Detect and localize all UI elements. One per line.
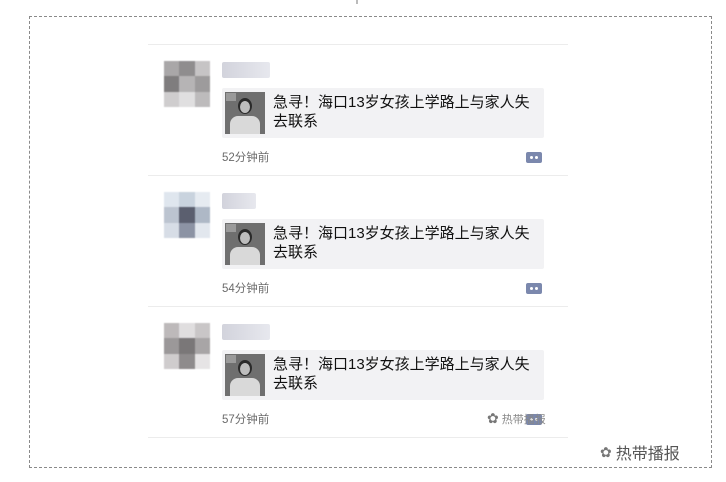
- avatar-pixel: [164, 192, 180, 208]
- wechat-icon: ✿: [487, 410, 499, 426]
- news-card[interactable]: 急寻！海口13岁女孩上学路上与家人失去联系: [222, 219, 544, 269]
- avatar-pixel: [194, 76, 210, 92]
- thumbnail-face: [240, 232, 250, 244]
- news-title: 急寻！海口13岁女孩上学路上与家人失去联系: [273, 94, 530, 130]
- thumbnail-body: [230, 247, 260, 265]
- divider: [148, 437, 568, 438]
- avatar-pixel: [194, 338, 210, 354]
- username-redacted: [222, 62, 270, 78]
- news-thumbnail: [225, 354, 265, 396]
- thumbnail-body: [230, 116, 260, 134]
- avatar-pixel: [164, 61, 180, 77]
- avatar-pixel: [179, 323, 195, 339]
- timestamp: 52分钟前: [222, 152, 270, 164]
- news-feed: 急寻！海口13岁女孩上学路上与家人失去联系 52分钟前 急寻！海口13岁女孩上学…: [148, 44, 568, 438]
- avatar-pixel: [164, 353, 180, 369]
- avatar[interactable]: [164, 192, 210, 238]
- news-title: 急寻！海口13岁女孩上学路上与家人失去联系: [273, 356, 530, 392]
- username-redacted: [222, 324, 270, 340]
- avatar-pixel: [164, 338, 180, 354]
- news-thumbnail: [225, 92, 265, 134]
- avatar-pixel: [179, 61, 195, 77]
- avatar-pixel: [164, 91, 180, 107]
- avatar-pixel: [179, 338, 195, 354]
- comment-icon[interactable]: [526, 283, 542, 294]
- avatar-pixel: [194, 91, 210, 107]
- avatar-pixel: [179, 76, 195, 92]
- avatar-pixel: [194, 61, 210, 77]
- thumbnail-stamp: [226, 355, 236, 363]
- avatar-pixel: [164, 207, 180, 223]
- thumbnail-stamp: [226, 224, 236, 232]
- avatar-pixel: [194, 222, 210, 238]
- watermark-small-text: 热带播报: [501, 413, 546, 426]
- avatar-pixel: [194, 192, 210, 208]
- avatar-pixel: [179, 222, 195, 238]
- avatar-pixel: [164, 76, 180, 92]
- username-redacted: [222, 193, 256, 209]
- avatar[interactable]: [164, 61, 210, 107]
- avatar-pixel: [179, 192, 195, 208]
- news-thumbnail: [225, 223, 265, 265]
- comment-icon[interactable]: [526, 152, 542, 163]
- avatar-pixel: [164, 323, 180, 339]
- list-item: 急寻！海口13岁女孩上学路上与家人失去联系 54分钟前: [148, 176, 568, 306]
- thumbnail-body: [230, 378, 260, 396]
- avatar-pixel: [194, 353, 210, 369]
- thumbnail-face: [240, 363, 250, 375]
- avatar[interactable]: [164, 323, 210, 369]
- top-tick-mark: [356, 0, 358, 4]
- watermark-small: ✿ 热带播报: [487, 410, 546, 427]
- wechat-icon: ✿: [600, 443, 612, 460]
- avatar-pixel: [179, 353, 195, 369]
- timestamp: 54分钟前: [222, 283, 270, 295]
- avatar-pixel: [179, 91, 195, 107]
- avatar-pixel: [164, 222, 180, 238]
- avatar-pixel: [194, 323, 210, 339]
- avatar-pixel: [194, 207, 210, 223]
- watermark-large: ✿ 热带播报: [600, 440, 680, 464]
- thumbnail-stamp: [226, 93, 236, 101]
- thumbnail-face: [240, 101, 250, 113]
- avatar-pixel: [179, 207, 195, 223]
- watermark-large-text: 热带播报: [615, 446, 680, 463]
- news-card[interactable]: 急寻！海口13岁女孩上学路上与家人失去联系: [222, 350, 544, 400]
- timestamp: 57分钟前: [222, 414, 270, 426]
- list-item: 急寻！海口13岁女孩上学路上与家人失去联系 52分钟前: [148, 45, 568, 175]
- news-card[interactable]: 急寻！海口13岁女孩上学路上与家人失去联系: [222, 88, 544, 138]
- news-title: 急寻！海口13岁女孩上学路上与家人失去联系: [273, 225, 530, 261]
